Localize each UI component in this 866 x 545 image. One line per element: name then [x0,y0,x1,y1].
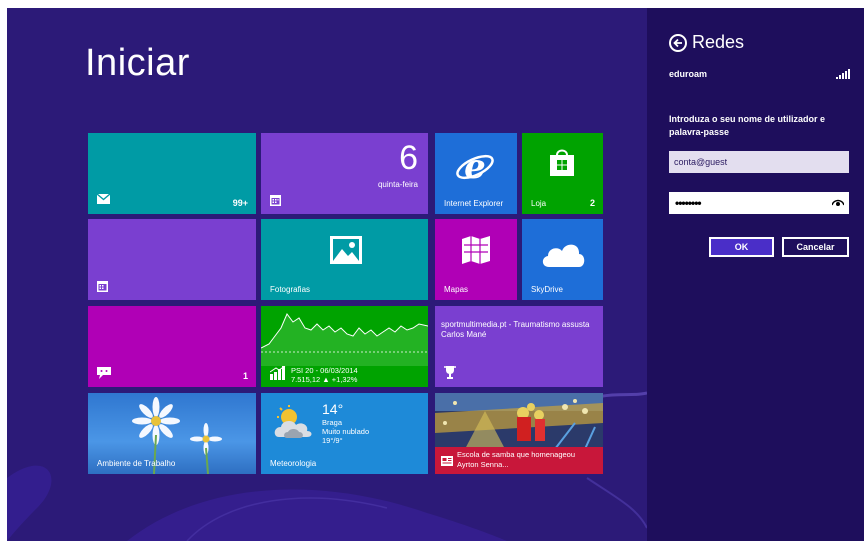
messaging-count: 1 [242,371,248,381]
finance-index: PSI 20 - 06/03/2014 [291,366,358,375]
internet-explorer-label: Internet Explorer [444,199,504,208]
news-tile[interactable]: Escola de samba que homenageou Ayrton Se… [435,393,603,474]
weather-label: Meteorologia [270,459,317,468]
mail-tile[interactable]: 99+ [88,133,256,214]
arrow-left-icon [673,38,682,47]
calendar-day-number: 6 [399,139,418,177]
reveal-password-icon[interactable] [832,198,844,207]
messaging-tile[interactable]: 1 [88,306,256,387]
calendar-tile[interactable]: 6 quinta-feira [261,133,428,214]
store-bag-icon [550,149,574,176]
networks-header: Redes [669,32,744,53]
calendar-icon [270,195,281,206]
cancel-button[interactable]: Cancelar [782,237,849,257]
weather-range: 19°/9° [322,436,343,445]
username-input[interactable] [669,151,849,173]
screen: Iniciar 99+ 6 quinta-feira e Internet Ex… [7,8,864,541]
credentials-prompt: Introduza o seu nome de utilizador e pal… [669,114,826,137]
finance-value: 7.515,12 ▲ +1,32% [291,375,358,384]
networks-title: Redes [692,32,745,52]
weather-temperature: 14° [322,401,344,417]
finance-tile[interactable]: PSI 20 - 06/03/2014 7.515,12 ▲ +1,32% [261,306,428,387]
internet-explorer-icon: e [456,147,494,187]
people-tile[interactable] [88,219,256,300]
network-name: eduroam [669,69,708,79]
sports-tile[interactable]: sportmultimedia.pt - Traumatismo assusta… [435,306,603,387]
photos-icon [330,236,362,264]
weather-condition: Muito nublado [322,427,370,436]
mail-icon [97,194,110,204]
store-count: 2 [589,198,595,208]
start-title: Iniciar [85,42,190,84]
svg-text:e: e [464,147,486,187]
people-icon [97,281,108,292]
finance-icon [270,366,286,380]
samba-parade-photo [435,393,603,449]
start-screen: Iniciar 99+ 6 quinta-feira e Internet Ex… [7,8,647,541]
photos-label: Fotografias [270,285,311,294]
desktop-label: Ambiente de Trabalho [97,459,176,468]
maps-tile[interactable]: Mapas [435,219,517,300]
mail-count: 99+ [232,198,248,208]
store-tile[interactable]: Loja 2 [522,133,603,214]
maps-icon [462,236,490,264]
wifi-signal-icon [836,69,850,79]
messaging-icon [97,367,111,379]
calendar-day-name: quinta-feira [377,180,418,189]
news-icon [441,456,453,466]
maps-label: Mapas [444,285,469,294]
news-headline: Escola de samba que homenageou Ayrton Se… [457,450,576,469]
ok-button[interactable]: OK [709,237,774,257]
back-button[interactable] [669,33,687,52]
networks-panel: Redes eduroam Introduza o seu nome de ut… [647,8,864,541]
password-mask: •••••••• [675,196,702,210]
skydrive-tile[interactable]: SkyDrive [522,219,603,300]
password-field[interactable]: •••••••• [669,192,849,214]
news-headline-bar: Escola de samba que homenageou Ayrton Se… [435,447,603,474]
sports-headline: sportmultimedia.pt - Traumatismo assusta… [441,320,590,339]
skydrive-label: SkyDrive [531,285,564,294]
weather-city: Braga [322,418,343,427]
desktop-tile[interactable]: Ambiente de Trabalho [88,393,256,474]
photos-tile[interactable]: Fotografias [261,219,428,300]
internet-explorer-tile[interactable]: e Internet Explorer [435,133,517,214]
finance-chart [261,313,428,366]
weather-tile[interactable]: 14° Braga Muito nublado 19°/9° Meteorolo… [261,393,428,474]
trophy-icon [444,366,456,379]
skydrive-cloud-icon [542,244,585,267]
cloud-sun-icon [274,405,312,438]
store-label: Loja [531,199,547,208]
